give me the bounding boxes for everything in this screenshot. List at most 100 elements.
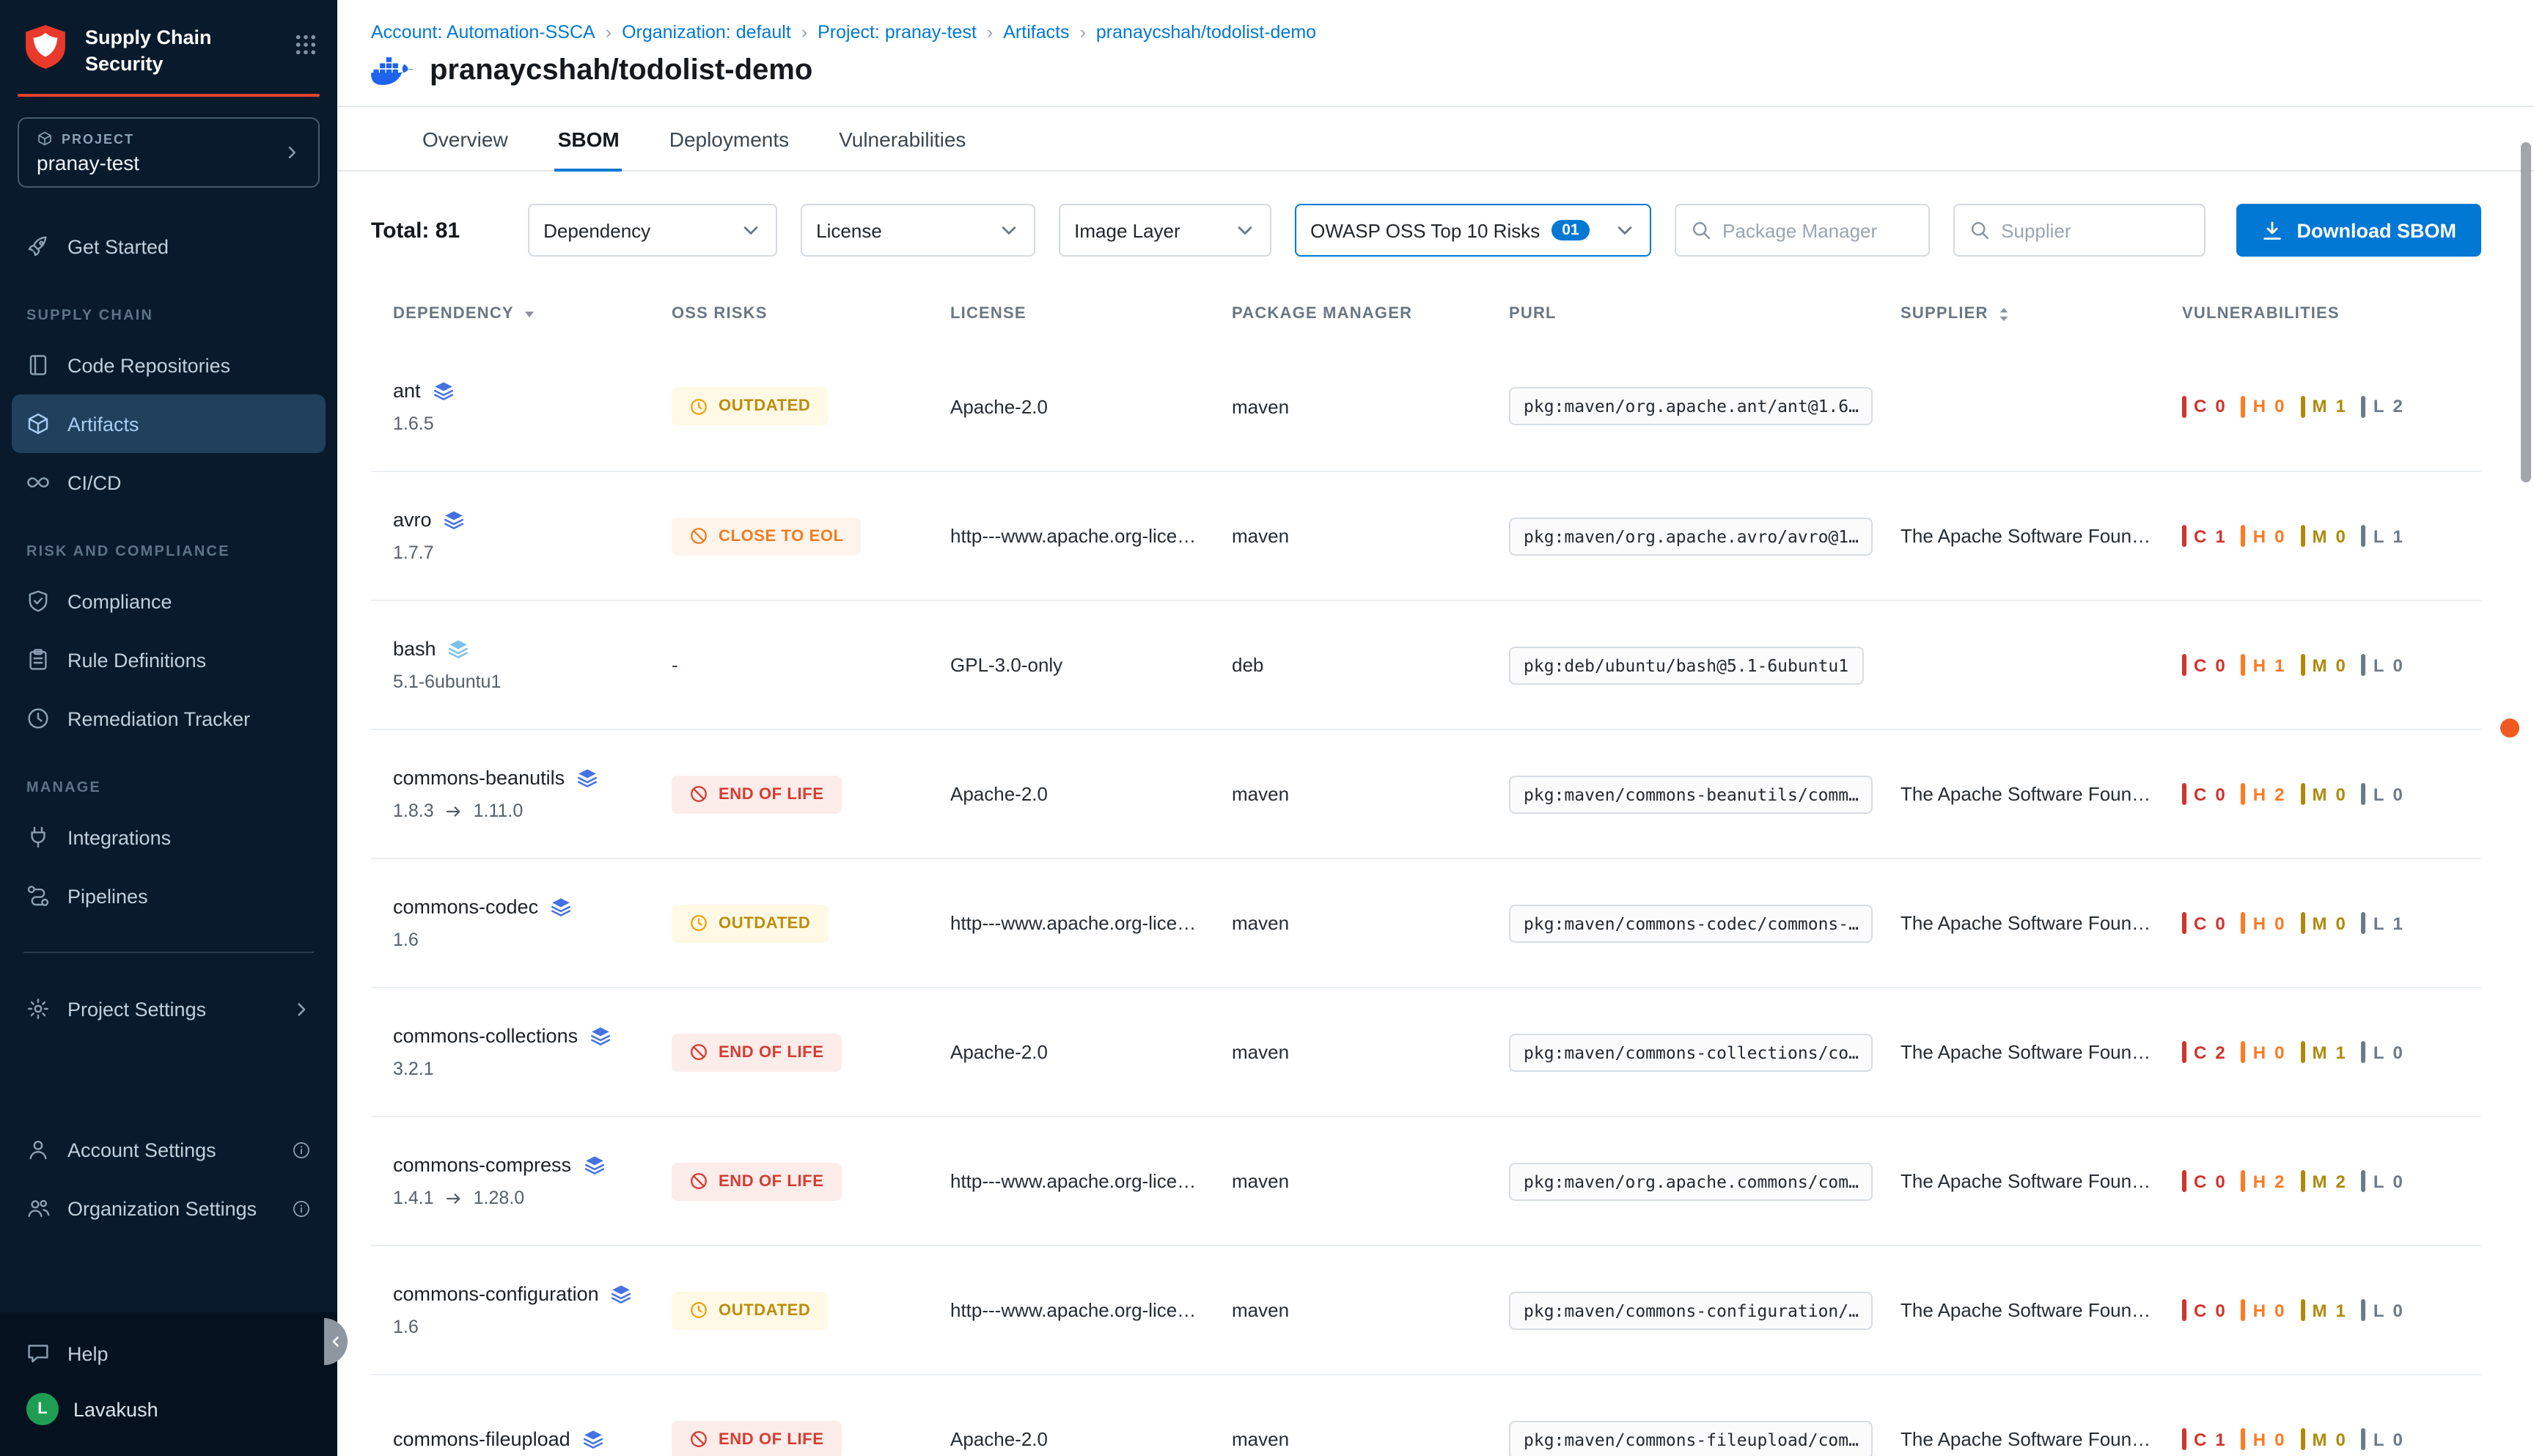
filter-dropdown-owasp-oss-top-10-risks[interactable]: OWASP OSS Top 10 Risks01 <box>1294 204 1650 257</box>
scrollbar-thumb[interactable] <box>2521 142 2531 482</box>
sidebar-item-integrations[interactable]: Integrations <box>12 808 326 867</box>
help-button[interactable]: Help <box>0 1327 337 1380</box>
dependency-name: ant <box>393 379 421 401</box>
filter-dropdown-image-layer[interactable]: Image Layer <box>1058 204 1271 257</box>
column-header-supplier[interactable]: SUPPLIER <box>1900 304 2182 323</box>
tab-vulnerabilities[interactable]: Vulnerabilities <box>836 107 969 170</box>
breadcrumb-link-project-pranay-test[interactable]: Project: pranay-test <box>818 22 977 43</box>
search-icon <box>1969 220 1989 240</box>
oss-risk-cell: OUTDATED <box>672 1291 950 1329</box>
rocket-icon <box>26 235 50 258</box>
purl-cell: pkg:maven/commons-codec/commons-… <box>1509 904 1900 942</box>
package-manager-value: maven <box>1232 1170 1289 1192</box>
vuln-medium: M1 <box>2300 395 2345 417</box>
table-row-commons-compress[interactable]: commons-compress1.4.11.28.0END OF LIFEht… <box>371 1116 2481 1245</box>
column-header-dependency[interactable]: DEPENDENCY <box>393 305 672 323</box>
purl-cell: pkg:maven/commons-beanutils/comm… <box>1509 775 1900 813</box>
purl-cell: pkg:maven/org.apache.ant/ant@1.6… <box>1509 387 1900 425</box>
search-input-package-manager[interactable] <box>1722 219 1913 241</box>
sidebar-item-label: Artifacts <box>67 413 139 435</box>
sidebar-item-label: Integrations <box>67 826 171 848</box>
license-value: GPL-3.0-only <box>950 654 1062 676</box>
user-menu[interactable]: L Lavakush <box>0 1380 337 1438</box>
oss-risk-cell: - <box>672 654 950 676</box>
sidebar-item-pipelines[interactable]: Pipelines <box>12 867 326 925</box>
vulnerabilities-cell: C1H0M0L0 <box>2182 1428 2481 1450</box>
sidebar-item-compliance[interactable]: Compliance <box>12 572 326 630</box>
sidebar-item-ci-cd[interactable]: CI/CD <box>12 453 326 512</box>
slash-circle-icon <box>689 1172 708 1191</box>
table-row-avro[interactable]: avro1.7.7CLOSE TO EOLhttp---www.apache.o… <box>371 471 2481 600</box>
filter-dropdown-license[interactable]: License <box>800 204 1035 257</box>
sidebar-header: Supply Chain Security <box>0 0 337 91</box>
risk-badge-label: END OF LIFE <box>719 785 824 803</box>
risk-badge-end-of-life: END OF LIFE <box>672 1162 842 1200</box>
table-row-ant[interactable]: ant1.6.5OUTDATEDApache-2.0mavenpkg:maven… <box>371 342 2481 471</box>
column-header-oss-risks: OSS RISKS <box>672 305 950 323</box>
column-header-label: DEPENDENCY <box>393 305 514 323</box>
table-row-commons-fileupload[interactable]: commons-fileuploadEND OF LIFEApache-2.0m… <box>371 1374 2481 1456</box>
search-box-supplier <box>1953 204 2205 257</box>
version-current: 1.6 <box>393 1317 419 1337</box>
notification-dot <box>2500 718 2519 738</box>
column-header-package-manager: PACKAGE MANAGER <box>1232 305 1509 323</box>
sidebar-item-remediation-tracker[interactable]: Remediation Tracker <box>12 689 326 748</box>
breadcrumb-separator: › <box>801 22 807 43</box>
risk-badge-end-of-life: END OF LIFE <box>672 1033 842 1071</box>
sidebar-item-code-repositories[interactable]: Code Repositories <box>12 336 326 394</box>
vuln-critical-letter: C <box>2194 1171 2206 1191</box>
version-current: 1.4.1 <box>393 1188 434 1208</box>
sidebar-item-organization-settings[interactable]: Organization Settings <box>12 1179 326 1238</box>
vulnerabilities-cell: C0H0M0L1 <box>2182 912 2481 934</box>
slash-circle-icon <box>689 1430 708 1449</box>
project-selector[interactable]: PROJECT pranay-test <box>18 117 320 188</box>
supplier-cell: The Apache Software Foun… <box>1900 783 2182 805</box>
sidebar-item-rule-definitions[interactable]: Rule Definitions <box>12 630 326 689</box>
vuln-critical-count: 0 <box>2215 655 2225 675</box>
vuln-medium: M0 <box>2300 912 2345 934</box>
column-header-purl: PURL <box>1509 305 1900 323</box>
breadcrumb-link-account-automation-ssca[interactable]: Account: Automation-SSCA <box>371 22 595 43</box>
table-row-commons-collections[interactable]: commons-collections3.2.1END OF LIFEApach… <box>371 987 2481 1116</box>
vuln-critical-bar <box>2182 654 2186 676</box>
vuln-high: H0 <box>2241 395 2285 417</box>
tab-overview[interactable]: Overview <box>419 107 511 170</box>
breadcrumb-separator: › <box>1080 22 1086 43</box>
download-sbom-button[interactable]: Download SBOM <box>2237 204 2482 257</box>
app-switcher-grid-icon[interactable] <box>295 34 317 56</box>
vuln-high-count: 0 <box>2274 396 2284 416</box>
package-manager-cell: maven <box>1232 1041 1509 1063</box>
table-row-bash[interactable]: bash5.1-6ubuntu1-GPL-3.0-onlydebpkg:deb/… <box>371 600 2481 729</box>
oss-risk-cell: CLOSE TO EOL <box>672 517 950 555</box>
table-row-commons-configuration[interactable]: commons-configuration1.6OUTDATEDhttp---w… <box>371 1245 2481 1374</box>
dependency-name: bash <box>393 638 436 660</box>
breadcrumb-link-pranaycshah-todolist-demo[interactable]: pranaycshah/todolist-demo <box>1096 22 1316 43</box>
vulnerabilities-cell: C0H1M0L0 <box>2182 654 2481 676</box>
vuln-low: L1 <box>2362 525 2403 547</box>
repo-icon <box>26 353 50 377</box>
table-row-commons-codec[interactable]: commons-codec1.6OUTDATEDhttp---www.apach… <box>371 858 2481 987</box>
license-value: http---www.apache.org-lice… <box>950 525 1196 547</box>
breadcrumb-link-artifacts[interactable]: Artifacts <box>1003 22 1069 43</box>
sidebar-item-artifacts[interactable]: Artifacts <box>12 394 326 453</box>
remediation-icon <box>26 707 50 730</box>
filter-dropdown-dependency[interactable]: Dependency <box>527 204 776 257</box>
vuln-critical-letter: C <box>2194 655 2206 675</box>
package-manager-cell: maven <box>1232 1299 1509 1321</box>
vuln-critical-letter: C <box>2194 784 2206 804</box>
purl-value: pkg:deb/ubuntu/bash@5.1-6ubuntu1 <box>1509 646 1863 684</box>
vuln-medium-letter: M <box>2312 1429 2326 1449</box>
tab-sbom[interactable]: SBOM <box>555 107 623 170</box>
vuln-medium-letter: M <box>2312 396 2326 416</box>
vuln-low-count: 0 <box>2393 1171 2403 1191</box>
sidebar-item-account-settings[interactable]: Account Settings <box>12 1120 326 1179</box>
vuln-high: H0 <box>2241 1428 2285 1450</box>
dependency-name-row: commons-configuration <box>393 1283 651 1305</box>
dropdown-label: Image Layer <box>1074 219 1180 241</box>
sidebar-item-project-settings[interactable]: Project Settings <box>12 979 326 1038</box>
breadcrumb-link-organization-default[interactable]: Organization: default <box>622 22 791 43</box>
search-input-supplier[interactable] <box>2001 219 2189 241</box>
table-row-commons-beanutils[interactable]: commons-beanutils1.8.31.11.0END OF LIFEA… <box>371 729 2481 858</box>
sidebar-item-get-started[interactable]: Get Started <box>12 217 326 276</box>
tab-deployments[interactable]: Deployments <box>666 107 792 170</box>
